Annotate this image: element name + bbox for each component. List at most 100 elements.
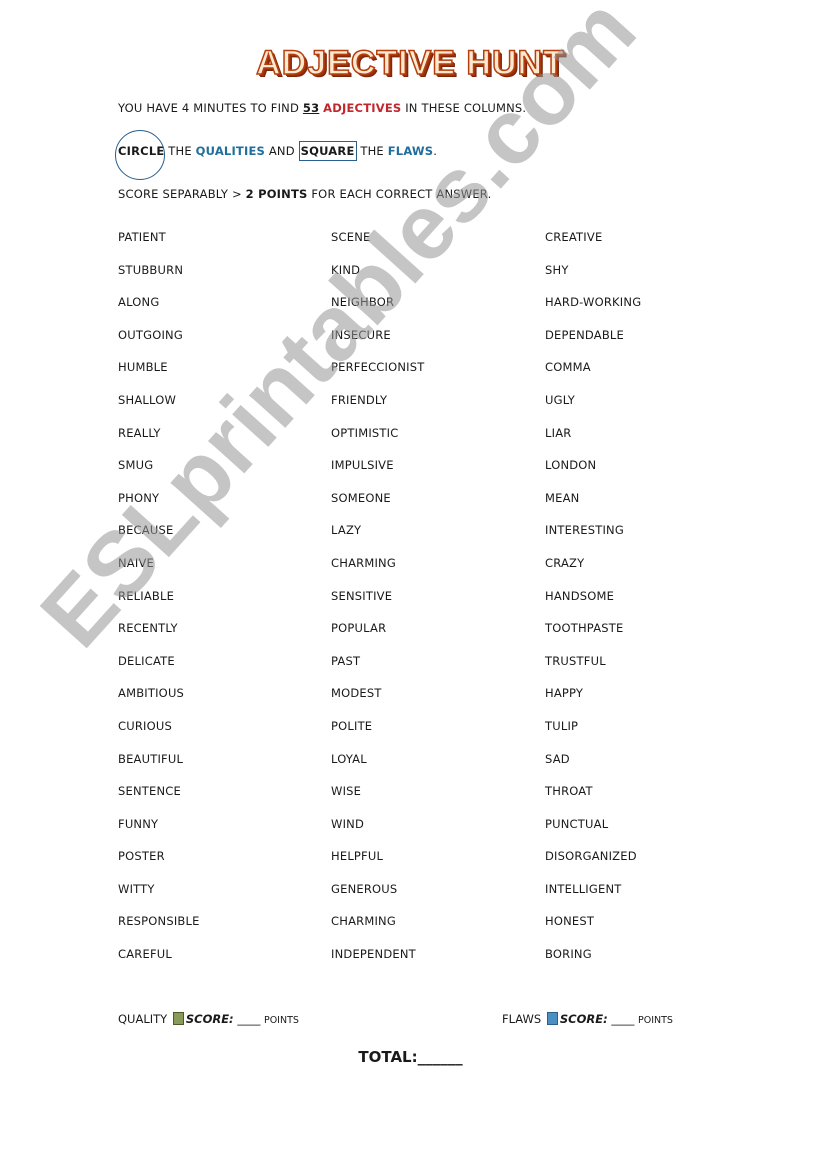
word-item[interactable]: IMPULSIVE [331, 458, 425, 491]
word-item[interactable]: CURIOUS [118, 719, 200, 752]
qualities-keyword: QUALITIES [195, 144, 265, 158]
word-item[interactable]: THROAT [545, 784, 641, 817]
word-item[interactable]: POLITE [331, 719, 425, 752]
quality-score-blank[interactable]: ____ [237, 1012, 260, 1026]
word-item[interactable]: RECENTLY [118, 621, 200, 654]
word-item[interactable]: RESPONSIBLE [118, 914, 200, 947]
word-item[interactable]: LAZY [331, 523, 425, 556]
total-score[interactable]: TOTAL:______ [0, 1048, 821, 1066]
word-item[interactable]: ALONG [118, 295, 200, 328]
points-label: POINTS [263, 1015, 299, 1026]
word-item[interactable]: PERFECCIONIST [331, 360, 425, 393]
word-item[interactable]: INSECURE [331, 328, 425, 361]
arrow-right-icon [172, 1012, 184, 1025]
word-item[interactable]: OPTIMISTIC [331, 426, 425, 459]
word-item[interactable]: TOOTHPASTE [545, 621, 641, 654]
word-item[interactable]: PHONY [118, 491, 200, 524]
word-column-1: PATIENT STUBBURN ALONG OUTGOING HUMBLE SHALLO… [118, 230, 200, 980]
word-item[interactable]: KIND [331, 263, 425, 296]
word-item[interactable]: GENEROUS [331, 882, 425, 915]
circle-shape [115, 130, 165, 180]
word-item[interactable]: SHY [545, 263, 641, 296]
word-item[interactable]: CHARMING [331, 556, 425, 589]
word-item[interactable]: INTERESTING [545, 523, 641, 556]
word-column-2: SCENE KIND NEIGHBOR INSECURE PERFECCIONIST FR… [331, 230, 425, 980]
word-item[interactable]: HARD-WORKING [545, 295, 641, 328]
word-item[interactable]: SMUG [118, 458, 200, 491]
word-item[interactable]: CHARMING [331, 914, 425, 947]
word-item[interactable]: WIND [331, 817, 425, 850]
word-item[interactable]: HELPFUL [331, 849, 425, 882]
word-item[interactable]: WISE [331, 784, 425, 817]
instruction-line-2: CIRCLE THE QUALITIES AND SQUARE THE FLAW… [115, 130, 438, 180]
word-item[interactable]: HUMBLE [118, 360, 200, 393]
word-item[interactable]: SENTENCE [118, 784, 200, 817]
instruction-text: YOU HAVE 4 MINUTES TO FIND [118, 101, 303, 115]
word-item[interactable]: AMBITIOUS [118, 686, 200, 719]
word-item[interactable]: FUNNY [118, 817, 200, 850]
instruction-text: IN THESE COLUMNS. [401, 101, 527, 115]
instruction-text: THE [356, 144, 388, 158]
flaws-keyword: FLAWS [387, 144, 434, 158]
word-item[interactable]: LONDON [545, 458, 641, 491]
word-item[interactable]: OUTGOING [118, 328, 200, 361]
word-item[interactable]: INDEPENDENT [331, 947, 425, 980]
word-item[interactable]: NAIVE [118, 556, 200, 589]
word-item[interactable]: HANDSOME [545, 589, 641, 622]
word-item[interactable]: HAPPY [545, 686, 641, 719]
word-item[interactable]: PATIENT [118, 230, 200, 263]
word-item[interactable]: SENSITIVE [331, 589, 425, 622]
word-item[interactable]: SHALLOW [118, 393, 200, 426]
word-item[interactable]: TRUSTFUL [545, 654, 641, 687]
word-item[interactable]: INTELLIGENT [545, 882, 641, 915]
word-item[interactable]: DISORGANIZED [545, 849, 641, 882]
word-item[interactable]: CRAZY [545, 556, 641, 589]
word-item[interactable]: MEAN [545, 491, 641, 524]
word-item[interactable]: DEPENDABLE [545, 328, 641, 361]
score-label: SCORE: [559, 1012, 608, 1026]
word-item[interactable]: LOYAL [331, 752, 425, 785]
word-item[interactable]: HONEST [545, 914, 641, 947]
word-item[interactable]: MODEST [331, 686, 425, 719]
word-item[interactable]: RELIABLE [118, 589, 200, 622]
word-item[interactable]: PUNCTUAL [545, 817, 641, 850]
word-item[interactable]: FRIENDLY [331, 393, 425, 426]
adjectives-keyword: ADJECTIVES [323, 101, 402, 115]
word-item[interactable]: BEAUTIFUL [118, 752, 200, 785]
word-column-3: CREATIVE SHY HARD-WORKING DEPENDABLE COMMA UG… [545, 230, 641, 980]
word-item[interactable]: SOMEONE [331, 491, 425, 524]
instruction-line-3: SCORE SEPARABLY > 2 POINTS FOR EACH CORR… [118, 187, 491, 201]
word-item[interactable]: CREATIVE [545, 230, 641, 263]
instruction-text: AND [265, 144, 299, 158]
instruction-text: FOR EACH CORRECT ANSWER. [307, 187, 492, 201]
word-item[interactable]: DELICATE [118, 654, 200, 687]
word-item[interactable]: SAD [545, 752, 641, 785]
word-item[interactable]: NEIGHBOR [331, 295, 425, 328]
word-item[interactable]: UGLY [545, 393, 641, 426]
word-item[interactable]: COMMA [545, 360, 641, 393]
word-item[interactable]: LIAR [545, 426, 641, 459]
word-item[interactable]: PAST [331, 654, 425, 687]
circle-example: CIRCLE [115, 130, 165, 180]
instruction-text: . [433, 144, 438, 158]
word-item[interactable]: CAREFUL [118, 947, 200, 980]
word-item[interactable]: BORING [545, 947, 641, 980]
flaws-score-blank[interactable]: ____ [611, 1012, 634, 1026]
points-label: POINTS [637, 1015, 673, 1026]
word-item[interactable]: TULIP [545, 719, 641, 752]
adjective-count: 53 [302, 101, 320, 115]
arrow-right-icon [546, 1012, 558, 1025]
word-item[interactable]: SCENE [331, 230, 425, 263]
word-item[interactable]: STUBBURN [118, 263, 200, 296]
worksheet-title: ADJECTIVE HUNT [255, 43, 565, 83]
points-value: 2 POINTS [245, 187, 308, 201]
square-example: SQUARE [298, 141, 357, 161]
word-item[interactable]: REALLY [118, 426, 200, 459]
quality-score-line: QUALITY SCORE: ____ POINTS [118, 1012, 299, 1026]
instruction-text: SCORE SEPARABLY > [118, 187, 246, 201]
word-item[interactable]: POPULAR [331, 621, 425, 654]
quality-label: QUALITY [118, 1012, 168, 1026]
word-item[interactable]: BECAUSE [118, 523, 200, 556]
word-item[interactable]: POSTER [118, 849, 200, 882]
word-item[interactable]: WITTY [118, 882, 200, 915]
